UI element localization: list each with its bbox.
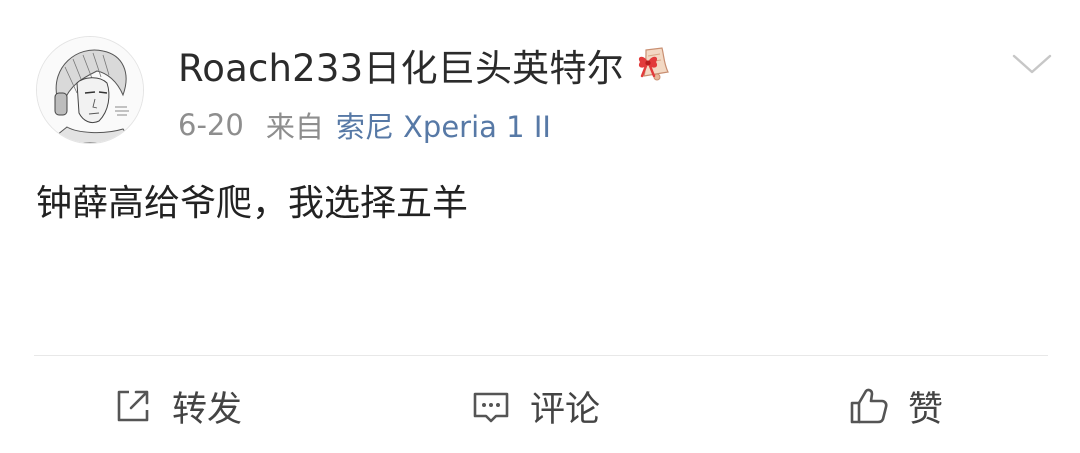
chevron-down-icon (1012, 54, 1052, 74)
post-header: Roach233日化巨头英特尔 (178, 40, 678, 90)
like-button[interactable]: 赞 (848, 380, 943, 432)
repost-label: 转发 (172, 389, 243, 430)
share-out-icon (117, 390, 149, 422)
thumbs-up-icon (850, 388, 888, 424)
comment-label: 评论 (530, 389, 601, 430)
bell-ribbon-badge-icon[interactable] (632, 42, 678, 88)
post-body-text: 钟薛高给爷爬，我选择五羊 (36, 183, 469, 224)
sketch-portrait-avatar-icon (37, 37, 143, 143)
repost-button[interactable]: 转发 (112, 380, 242, 432)
like-label: 赞 (908, 389, 944, 430)
comment-button[interactable]: 评论 (470, 380, 600, 432)
source-device-link[interactable]: 索尼 Xperia 1 II (336, 104, 551, 146)
divider (34, 355, 1048, 356)
author-name[interactable]: Roach233日化巨头英特尔 (178, 38, 624, 92)
more-options-button[interactable] (1006, 44, 1058, 82)
avatar[interactable] (36, 36, 144, 144)
comment-bubble-icon (473, 392, 509, 423)
post-meta: 6-20 来自 索尼 Xperia 1 II (178, 104, 551, 146)
post-date: 6-20 (178, 108, 244, 142)
source-prefix: 来自 (265, 110, 324, 144)
